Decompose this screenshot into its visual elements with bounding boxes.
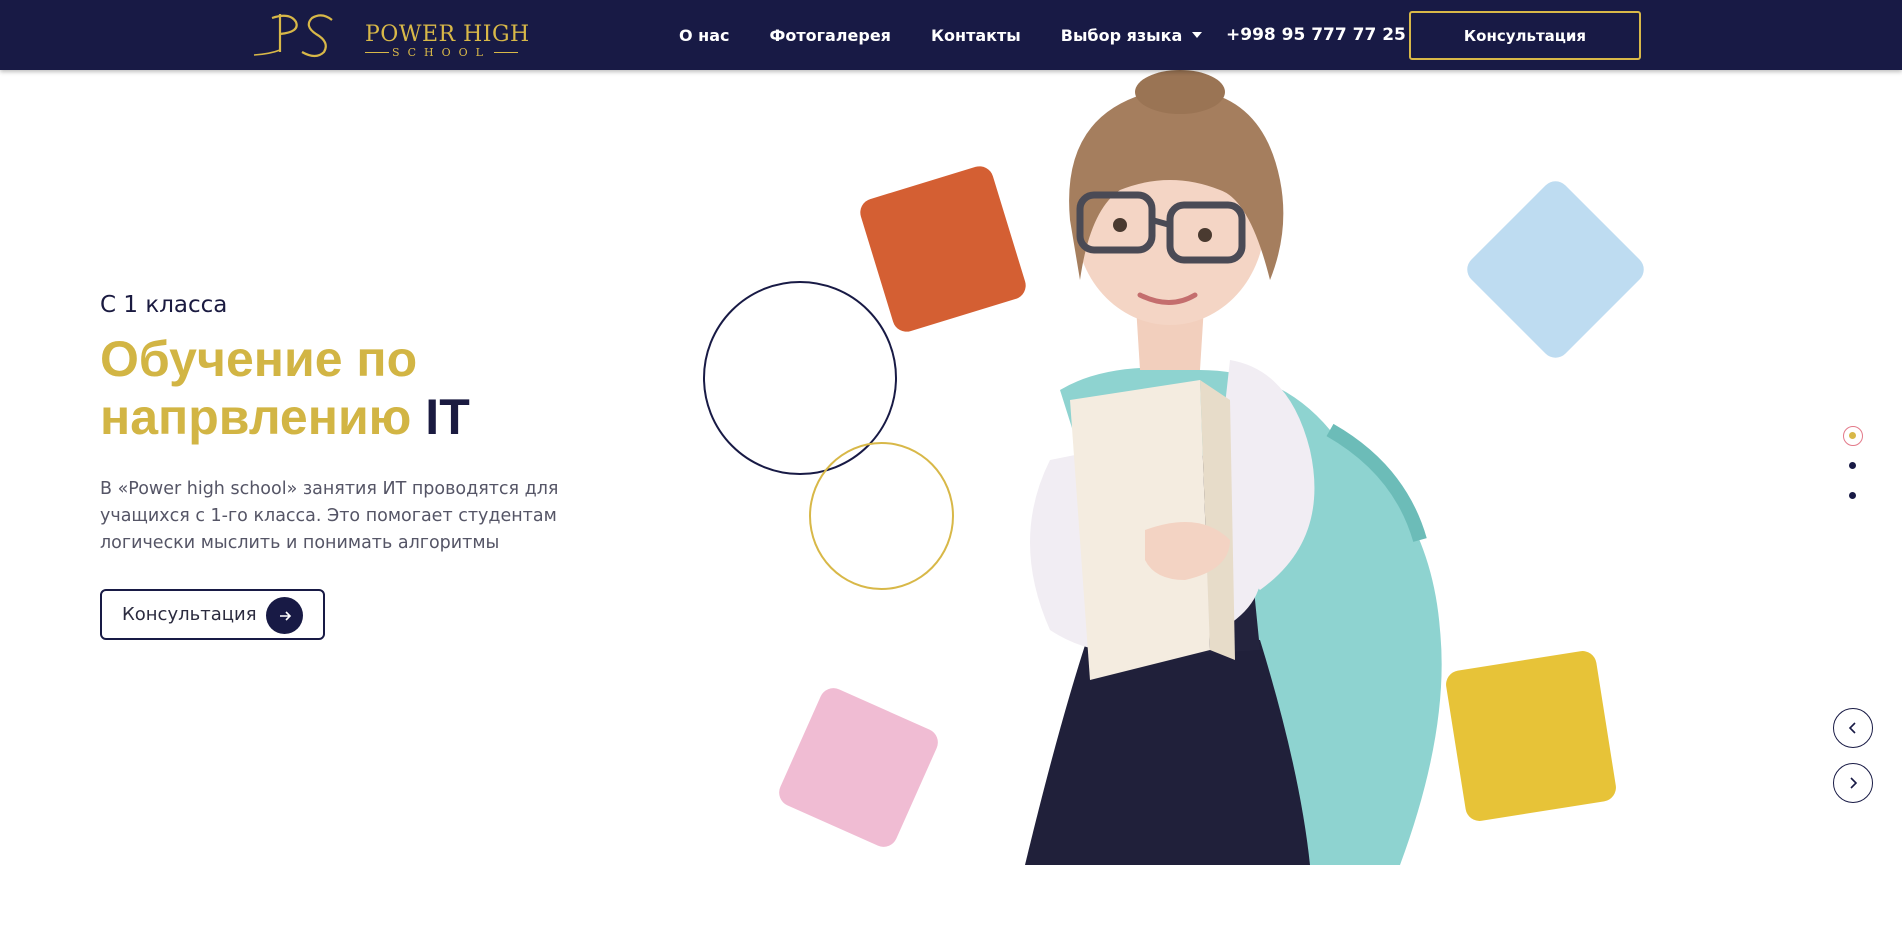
slide-dot-3[interactable] — [1843, 486, 1863, 506]
nav-item-contacts[interactable]: Контакты — [931, 26, 1021, 45]
main-nav: О нас Фотогалерея Контакты Выбор языка — [679, 0, 1242, 70]
chevron-left-icon — [1848, 722, 1856, 734]
slider-prev-button[interactable] — [1833, 708, 1873, 748]
logo[interactable]: POWER HIGH SCHOOL — [250, 10, 530, 60]
decor-pink-square — [774, 683, 943, 852]
decor-yellow-square — [1444, 649, 1618, 823]
nav-item-gallery[interactable]: Фотогалерея — [770, 26, 891, 45]
caret-down-icon — [1192, 32, 1203, 38]
hero-consultation-button[interactable]: Консультация — [100, 589, 325, 640]
language-dropdown-label: Выбор языка — [1060, 25, 1183, 45]
hero-description: В «Power high school» занятия ИТ проводя… — [100, 479, 559, 553]
arrow-right-icon — [266, 597, 303, 634]
slider-next-button[interactable] — [1833, 763, 1873, 803]
logo-name-line1: POWER HIGH — [365, 22, 530, 47]
slide-dot-2[interactable] — [1843, 456, 1863, 476]
hero-title: Обучение по напрвлению IT — [100, 330, 620, 446]
logo-mark-icon — [253, 14, 333, 58]
language-dropdown[interactable]: Выбор языка — [1061, 26, 1203, 45]
nav-item-about[interactable]: О нас — [679, 26, 730, 45]
hero-title-main: Обучение по напрвлению — [100, 331, 418, 445]
phone-link[interactable]: +998 95 777 77 25 — [1226, 0, 1406, 70]
hero-girl-image — [1025, 70, 1442, 865]
chevron-right-icon — [1850, 777, 1858, 789]
logo-divider-right — [494, 52, 518, 53]
site-header: POWER HIGH SCHOOL О нас Фотогалерея Конт… — [0, 0, 1902, 70]
hero-title-accent: IT — [425, 389, 470, 445]
slide-dot-1[interactable] — [1843, 426, 1863, 446]
hero-subtitle: С 1 класса — [100, 292, 228, 318]
hero-consultation-label: Консультация — [122, 604, 257, 625]
header-consultation-button[interactable]: Консультация — [1409, 11, 1641, 60]
